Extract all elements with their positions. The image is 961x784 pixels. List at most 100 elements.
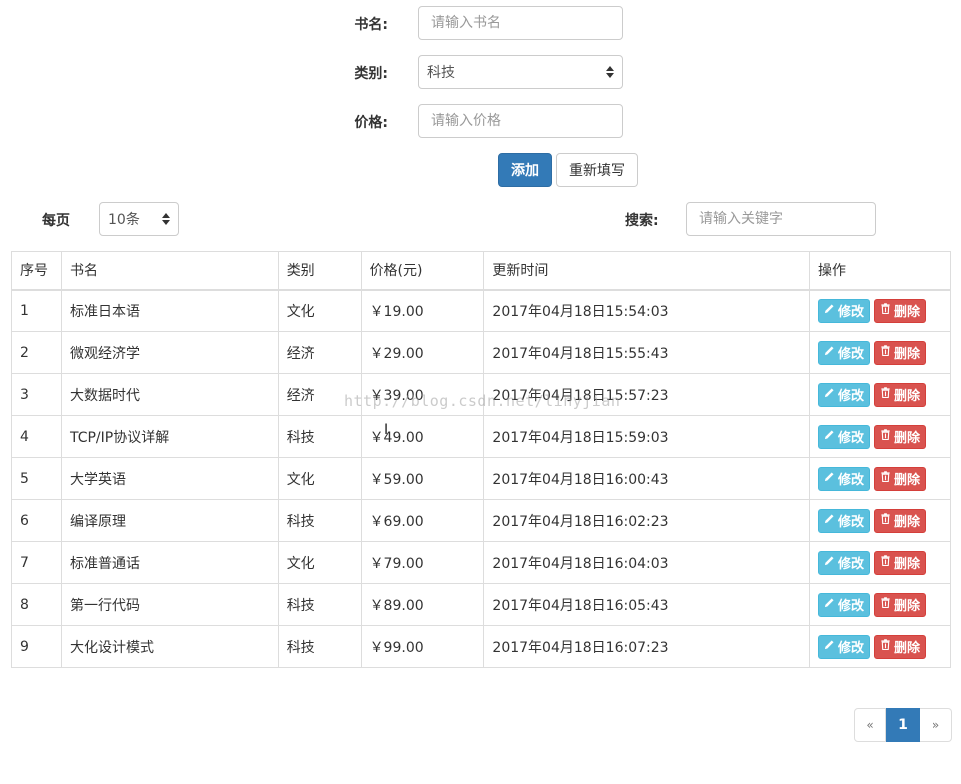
edit-button[interactable]: 修改	[818, 382, 871, 407]
update-time-cell: 2017年04月18日16:04:03	[483, 541, 811, 584]
delete-label: 删除	[894, 473, 921, 488]
table-row: 5 大学英语 文化 ￥59.00 2017年04月18日16:00:43 修改 删除	[11, 457, 951, 500]
actions-cell: 修改 删除	[809, 457, 951, 500]
row-index: 6	[11, 499, 62, 542]
edit-label: 修改	[838, 599, 865, 614]
column-header[interactable]: 序号	[11, 251, 62, 291]
table-row: 2 微观经济学 经济 ￥29.00 2017年04月18日15:55:43 修改 删除	[11, 331, 951, 374]
edit-button[interactable]: 修改	[818, 550, 871, 575]
table-row: 8 第一行代码 科技 ￥89.00 2017年04月18日16:05:43 修改 删除	[11, 583, 951, 626]
price-cell: ￥59.00	[360, 457, 485, 500]
column-header[interactable]: 书名	[60, 251, 279, 291]
books-table: 序号 书名 类别 价格(元) 更新时间 操作 1 标准日本语 文化 ￥19.00 201…	[11, 251, 951, 668]
row-index: 5	[11, 457, 62, 500]
text-cursor-icon: I	[384, 422, 389, 438]
row-index: 1	[11, 289, 62, 332]
delete-button[interactable]: 删除	[874, 298, 927, 323]
delete-label: 删除	[894, 431, 921, 446]
actions-cell: 修改 删除	[809, 415, 951, 458]
category-selected-value: 科技	[427, 65, 455, 81]
actions-cell: 修改 删除	[809, 583, 951, 626]
delete-button[interactable]: 删除	[874, 466, 927, 491]
actions-group: 修改 删除	[818, 466, 942, 491]
pencil-icon	[824, 513, 835, 528]
category-label: 类别:	[354, 66, 388, 82]
per-page-selected-value: 10条	[108, 212, 140, 228]
delete-button[interactable]: 删除	[874, 592, 927, 617]
delete-button[interactable]: 删除	[874, 424, 927, 449]
book-name-cell: 编译原理	[60, 499, 279, 542]
category-cell: 文化	[277, 457, 362, 500]
category-cell: 经济	[277, 331, 362, 374]
delete-button[interactable]: 删除	[874, 508, 927, 533]
per-page-select[interactable]: 10条	[99, 202, 179, 236]
edit-button[interactable]: 修改	[818, 466, 871, 491]
delete-button[interactable]: 删除	[874, 340, 927, 365]
trash-icon	[880, 555, 891, 570]
delete-button[interactable]: 删除	[874, 382, 927, 407]
delete-label: 删除	[894, 305, 921, 321]
delete-label: 删除	[894, 599, 921, 614]
row-index: 3	[11, 373, 62, 416]
pencil-icon	[824, 429, 835, 444]
update-time-cell: 2017年04月18日16:00:43	[483, 457, 811, 500]
book-name-cell: TCP/IP协议详解	[60, 415, 279, 458]
update-time-cell: 2017年04月18日15:55:43	[483, 331, 811, 374]
category-cell: 经济	[277, 373, 362, 416]
actions-group: 修改 删除	[818, 298, 942, 323]
book-name-input[interactable]	[418, 6, 623, 40]
edit-button[interactable]: 修改	[818, 424, 871, 449]
actions-group: 修改 删除	[818, 592, 942, 617]
edit-button[interactable]: 修改	[818, 634, 871, 659]
edit-button[interactable]: 修改	[818, 508, 871, 533]
price-label: 价格:	[354, 115, 388, 131]
edit-button[interactable]: 修改	[818, 340, 871, 365]
pencil-icon	[824, 471, 835, 486]
pagination-next[interactable]: »	[920, 708, 952, 742]
price-cell: ￥89.00	[360, 583, 485, 626]
category-cell: 文化	[277, 289, 362, 332]
table-row: 7 标准普通话 文化 ￥79.00 2017年04月18日16:04:03 修改 删除	[11, 541, 951, 584]
actions-cell: 修改 删除	[809, 331, 951, 374]
column-header: 操作	[809, 251, 951, 291]
delete-label: 删除	[894, 515, 921, 530]
pagination-prev[interactable]: «	[854, 708, 886, 742]
pagination-page[interactable]: 1	[886, 708, 920, 742]
edit-label: 修改	[838, 347, 865, 362]
edit-label: 修改	[838, 473, 865, 488]
per-page-label: 每页	[42, 213, 70, 229]
trash-icon	[880, 345, 891, 360]
edit-button[interactable]: 修改	[818, 592, 871, 617]
add-button[interactable]: 添加	[498, 153, 552, 187]
table-row: 9 大化设计模式 科技 ￥99.00 2017年04月18日16:07:23 修改 删除	[11, 625, 951, 668]
update-time-cell: 2017年04月18日16:02:23	[483, 499, 811, 542]
actions-group: 修改 删除	[818, 424, 942, 449]
search-input[interactable]	[686, 202, 876, 236]
category-cell: 文化	[277, 541, 362, 584]
column-header[interactable]: 类别	[277, 251, 362, 291]
trash-icon	[880, 639, 891, 654]
book-name-cell: 标准日本语	[60, 289, 279, 332]
delete-label: 删除	[894, 347, 921, 362]
edit-label: 修改	[838, 431, 865, 446]
delete-button[interactable]: 删除	[874, 634, 927, 659]
delete-button[interactable]: 删除	[874, 550, 927, 575]
price-cell: ￥19.00	[360, 289, 485, 332]
reset-button[interactable]: 重新填写	[556, 153, 638, 187]
price-cell: ￥99.00	[360, 625, 485, 668]
column-header[interactable]: 更新时间	[483, 251, 811, 291]
column-header[interactable]: 价格(元)	[360, 251, 485, 291]
trash-icon	[880, 471, 891, 486]
row-index: 2	[11, 331, 62, 374]
table-header-row: 序号 书名 类别 价格(元) 更新时间 操作	[11, 251, 951, 291]
pencil-icon	[824, 555, 835, 570]
edit-button[interactable]: 修改	[818, 298, 871, 323]
pagination: « 1 »	[854, 708, 952, 742]
pencil-icon	[824, 387, 835, 402]
actions-group: 修改 删除	[818, 382, 942, 407]
category-select[interactable]: 科技	[418, 55, 623, 89]
price-input[interactable]	[418, 104, 623, 138]
book-name-cell: 大学英语	[60, 457, 279, 500]
update-time-cell: 2017年04月18日16:07:23	[483, 625, 811, 668]
table-row: 3 大数据时代 经济 ￥39.00 2017年04月18日15:57:23 修改 删除	[11, 373, 951, 416]
